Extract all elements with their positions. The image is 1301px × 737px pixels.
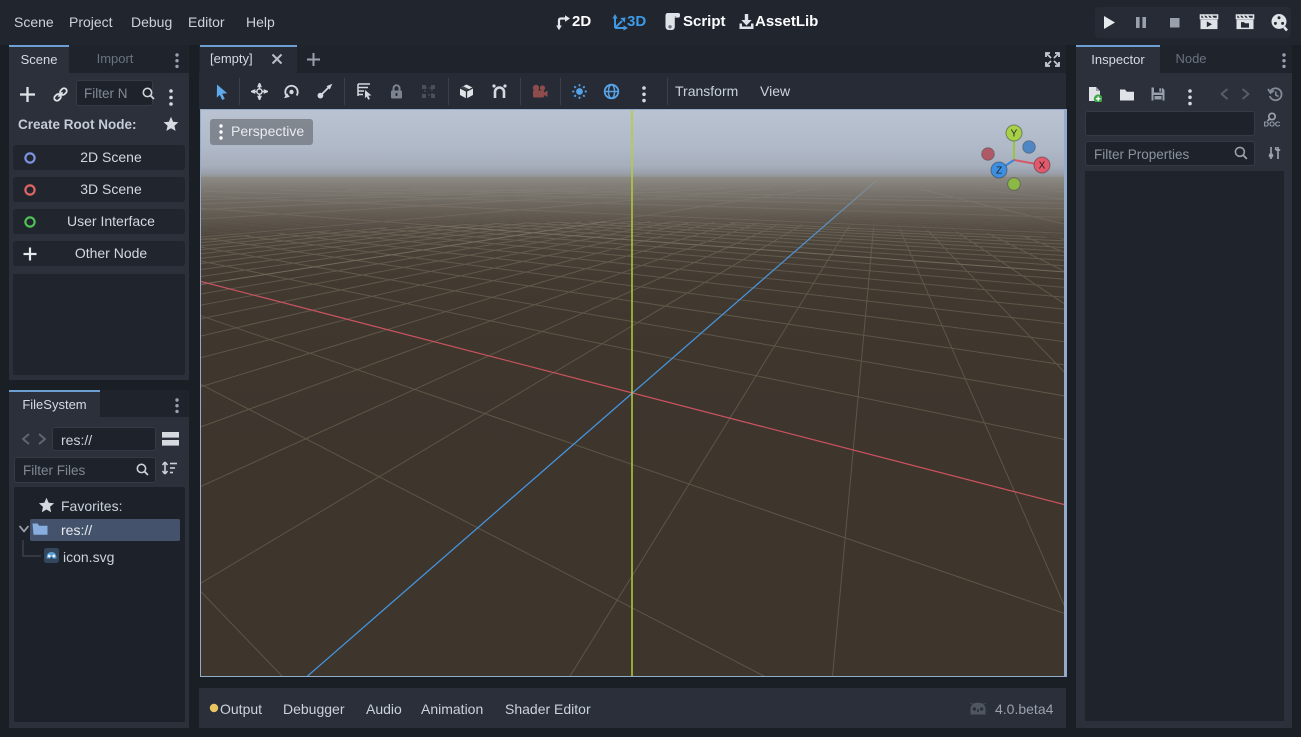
svg-text:Y: Y <box>1011 128 1018 139</box>
svg-text:Z: Z <box>996 165 1002 176</box>
svg-text:X: X <box>1039 160 1046 171</box>
svg-text:DOC: DOC <box>1264 120 1280 129</box>
